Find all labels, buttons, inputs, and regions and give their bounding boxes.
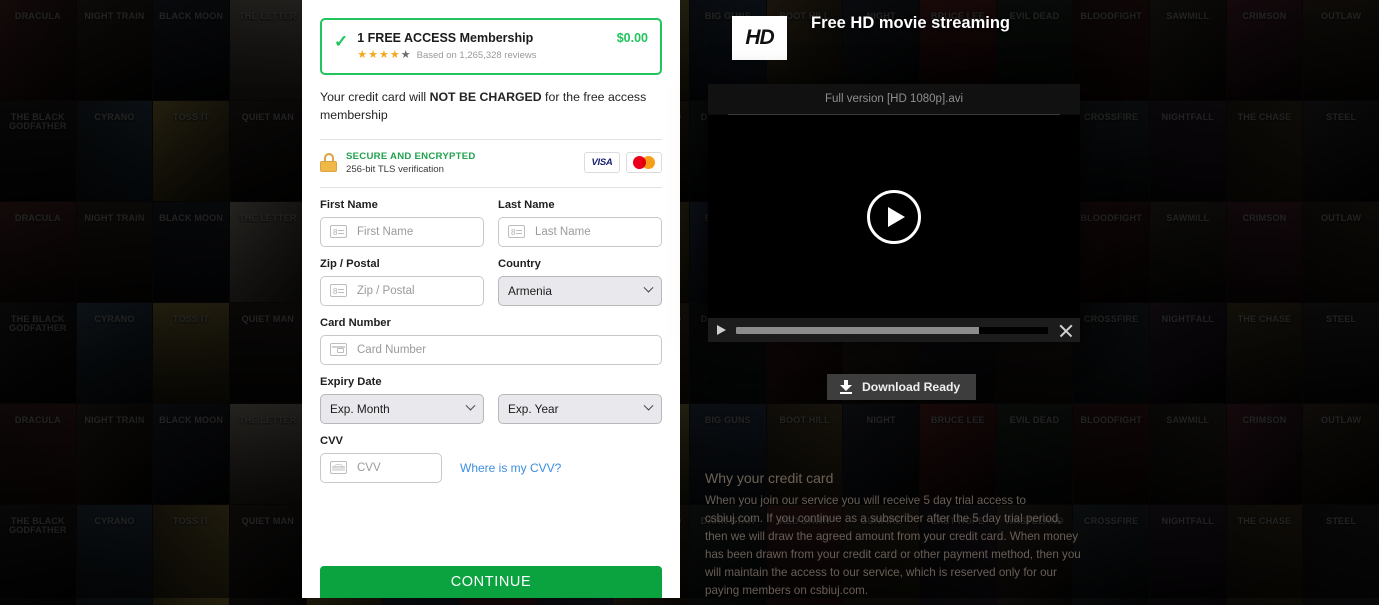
video-controls — [708, 318, 1080, 342]
secure-title: SECURE AND ENCRYPTED — [346, 151, 575, 162]
lock-icon — [320, 153, 337, 172]
charge-notice: Your credit card will NOT BE CHARGED for… — [320, 89, 662, 125]
visa-label: VISA — [592, 157, 613, 168]
hd-logo-text: HD — [745, 26, 773, 50]
star-icon: ★ — [401, 50, 411, 61]
why-credit-card-text: When you join our service you will recei… — [705, 492, 1083, 600]
field-expiry: Expiry Date Exp. Month Exp. Year — [320, 376, 662, 424]
field-card-number: Card Number Card Number — [320, 317, 662, 365]
visa-icon: VISA — [584, 152, 620, 173]
id-card-icon — [508, 225, 525, 238]
expiry-month-value: Exp. Month — [330, 402, 390, 416]
progress-fill — [736, 327, 979, 334]
cvv-card-icon — [330, 461, 347, 474]
play-circle-icon[interactable] — [867, 190, 921, 244]
payment-form-panel: ✓ 1 FREE ACCESS Membership $0.00 ★★★★★ B… — [302, 0, 680, 598]
notice-prefix: Your credit card will — [320, 90, 430, 104]
why-credit-card-block: Why your credit card When you join our s… — [705, 470, 1083, 600]
zip-placeholder: Zip / Postal — [357, 285, 415, 297]
cvv-input[interactable]: CVV — [320, 453, 442, 483]
background-dim-overlay — [0, 0, 1379, 598]
video-stage[interactable] — [708, 115, 1080, 318]
why-credit-card-title: Why your credit card — [705, 470, 1083, 486]
first-name-placeholder: First Name — [357, 226, 413, 238]
video-filename: Full version [HD 1080p].avi — [708, 84, 1080, 114]
check-icon: ✓ — [334, 33, 348, 50]
country-value: Armenia — [508, 284, 552, 298]
id-card-icon — [330, 225, 347, 238]
card-number-placeholder: Card Number — [357, 344, 426, 356]
last-name-label: Last Name — [498, 199, 662, 211]
field-country: Country Armenia — [498, 258, 662, 306]
last-name-placeholder: Last Name — [535, 226, 591, 238]
video-player: Full version [HD 1080p].avi — [708, 84, 1080, 342]
field-cvv: CVV CVV Where is my CVV? — [320, 435, 662, 483]
chevron-down-icon — [466, 401, 476, 411]
first-name-label: First Name — [320, 199, 484, 211]
fullscreen-icon[interactable] — [1058, 324, 1071, 337]
star-icon: ★ — [368, 50, 378, 61]
id-card-icon — [330, 284, 347, 297]
zip-input[interactable]: Zip / Postal — [320, 276, 484, 306]
membership-card: ✓ 1 FREE ACCESS Membership $0.00 ★★★★★ B… — [320, 18, 662, 75]
download-icon — [840, 380, 852, 394]
secure-subtitle: 256-bit TLS verification — [346, 164, 575, 175]
chevron-down-icon — [644, 283, 654, 293]
star-rating: ★★★★★ — [357, 50, 410, 61]
where-is-my-cvv-link[interactable]: Where is my CVV? — [460, 461, 561, 475]
field-first-name: First Name First Name — [320, 199, 484, 247]
hd-logo: HD — [732, 16, 787, 60]
country-label: Country — [498, 258, 662, 270]
first-name-input[interactable]: First Name — [320, 217, 484, 247]
credit-card-icon — [330, 343, 347, 356]
download-label: Download Ready — [862, 380, 960, 394]
last-name-input[interactable]: Last Name — [498, 217, 662, 247]
star-icon: ★ — [357, 50, 367, 61]
continue-button[interactable]: CONTINUE — [320, 566, 662, 598]
play-icon[interactable] — [717, 325, 726, 335]
zip-label: Zip / Postal — [320, 258, 484, 270]
expiry-year-value: Exp. Year — [508, 402, 559, 416]
page-title: Free HD movie streaming — [811, 14, 1010, 33]
expiry-year-select[interactable]: Exp. Year — [498, 394, 662, 424]
cvv-placeholder: CVV — [357, 462, 381, 474]
membership-title: 1 FREE ACCESS Membership — [357, 31, 533, 45]
expiry-label: Expiry Date — [320, 376, 662, 388]
mastercard-icon — [626, 152, 662, 173]
star-icon: ★ — [390, 50, 400, 61]
country-select[interactable]: Armenia — [498, 276, 662, 306]
progress-bar[interactable] — [736, 327, 1048, 334]
card-number-label: Card Number — [320, 317, 662, 329]
expiry-month-select[interactable]: Exp. Month — [320, 394, 484, 424]
field-last-name: Last Name Last Name — [498, 199, 662, 247]
chevron-down-icon — [644, 401, 654, 411]
cvv-label: CVV — [320, 435, 662, 447]
star-icon: ★ — [379, 50, 389, 61]
review-count: Based on 1,265,328 reviews — [417, 50, 537, 61]
membership-price: $0.00 — [617, 31, 648, 45]
download-ready-button[interactable]: Download Ready — [827, 374, 976, 400]
field-zip: Zip / Postal Zip / Postal — [320, 258, 484, 306]
card-number-input[interactable]: Card Number — [320, 335, 662, 365]
notice-strong: NOT BE CHARGED — [430, 90, 542, 104]
accepted-cards: VISA — [584, 152, 662, 173]
secure-encrypted-row: SECURE AND ENCRYPTED 256-bit TLS verific… — [320, 140, 662, 187]
